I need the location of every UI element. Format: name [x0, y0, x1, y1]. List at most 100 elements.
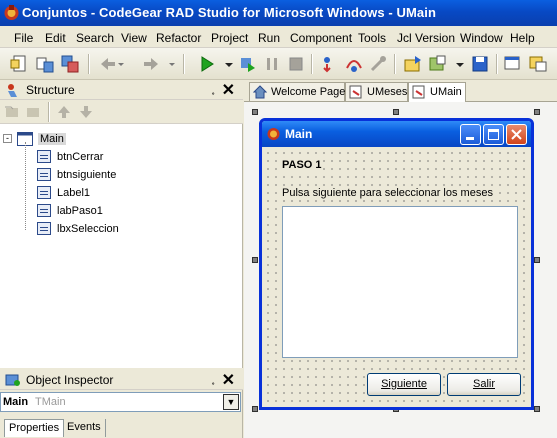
tab-events[interactable]: Events [63, 419, 106, 437]
toggle-icon[interactable] [528, 54, 548, 74]
component-icon [37, 150, 51, 163]
resize-handle[interactable] [252, 109, 258, 115]
minimize-button[interactable] [460, 124, 481, 145]
tree-item[interactable]: btnsiguiente [37, 166, 147, 184]
resize-handle[interactable] [534, 257, 540, 263]
save-icon[interactable] [470, 54, 490, 74]
close-icon [511, 129, 522, 140]
stop-icon[interactable] [286, 54, 306, 74]
pause-icon[interactable] [262, 54, 282, 74]
tree-item[interactable]: btnCerrar [37, 148, 147, 166]
component-icon [37, 168, 51, 181]
add-file-dropdown-icon[interactable] [455, 54, 465, 74]
move-up-icon[interactable] [56, 103, 72, 121]
back-icon[interactable] [98, 54, 118, 74]
menu-refactor[interactable]: Refactor [156, 31, 201, 45]
component-icon [37, 204, 51, 217]
tree-item[interactable]: Label1 [37, 184, 147, 202]
menu-search[interactable]: Search [76, 31, 114, 45]
menu-tools[interactable]: Tools [358, 31, 386, 45]
collapse-icon[interactable] [25, 103, 43, 121]
resize-handle[interactable] [252, 406, 258, 412]
form-designer[interactable]: Main PASO 1 Pulsa siguiente para selecci… [244, 101, 557, 438]
resize-handle[interactable] [534, 109, 540, 115]
window-titlebar[interactable]: Conjuntos - CodeGear RAD Studio for Micr… [0, 0, 557, 26]
back-dropdown-icon[interactable] [117, 54, 125, 74]
forward-dropdown-icon[interactable] [168, 54, 176, 74]
step-label: PASO 1 [282, 159, 322, 171]
structure-title: Structure [26, 83, 75, 97]
move-down-icon[interactable] [78, 103, 94, 121]
tree-root[interactable]: - Main [3, 130, 83, 148]
save-all-icon[interactable] [60, 54, 80, 74]
tree-item[interactable]: lbxSeleccion [37, 220, 147, 238]
tab-properties[interactable]: Properties [4, 419, 65, 437]
component-icon [37, 186, 51, 199]
close-icon[interactable]: ✕ [222, 80, 235, 100]
structure-toolbar [0, 100, 243, 124]
close-button[interactable] [506, 124, 527, 145]
resize-handle[interactable] [534, 406, 540, 412]
object-inspector-header: Object Inspector ˳ ✕ [0, 370, 243, 390]
home-icon [253, 85, 267, 99]
menu-view[interactable]: View [121, 31, 147, 45]
expand-icon[interactable] [4, 103, 22, 121]
form-caption: Main [285, 127, 313, 141]
add-file-icon[interactable] [428, 54, 448, 74]
menu-run[interactable]: Run [258, 31, 280, 45]
window-title: Conjuntos - CodeGear RAD Studio for Micr… [22, 5, 437, 20]
forward-icon[interactable] [141, 54, 161, 74]
unit-icon [349, 85, 362, 99]
editor-area: Welcome Page UMeses UMain Main PASO 1 Pu… [244, 80, 557, 438]
object-selector[interactable]: Main TMain ▼ [0, 392, 241, 412]
resize-handle[interactable] [393, 109, 399, 115]
new-icon[interactable] [10, 54, 30, 74]
structure-icon [8, 84, 17, 97]
chevron-down-icon[interactable]: ▼ [223, 394, 239, 410]
menu-window[interactable]: Window [460, 31, 503, 45]
trace-into-icon[interactable] [320, 54, 340, 74]
structure-header: Structure ˳ ✕ [0, 80, 243, 100]
form-app-icon [267, 128, 280, 140]
collapse-toggle-icon[interactable]: - [3, 134, 12, 143]
instruction-label: Pulsa siguiente para seleccionar los mes… [282, 187, 493, 199]
resize-handle[interactable] [252, 257, 258, 263]
main-toolbar [0, 48, 557, 80]
tab-umeses[interactable]: UMeses [345, 82, 408, 101]
exit-button[interactable]: Salir [447, 373, 521, 396]
tab-umain[interactable]: UMain [408, 82, 466, 102]
open-project-icon[interactable] [403, 54, 423, 74]
component-icon [37, 222, 51, 235]
menu-jcl-version[interactable]: Jcl Version [397, 31, 455, 45]
object-inspector-title: Object Inspector [26, 373, 114, 387]
selected-object-name: Main [3, 396, 29, 408]
step-over-icon[interactable] [344, 54, 364, 74]
menu-edit[interactable]: Edit [45, 31, 66, 45]
view-form-icon[interactable] [503, 54, 523, 74]
unit-icon [412, 85, 425, 99]
tree-item[interactable]: labPaso1 [37, 202, 147, 220]
designed-form[interactable]: Main PASO 1 Pulsa siguiente para selecci… [259, 118, 534, 410]
menu-file[interactable]: File [14, 31, 33, 45]
step-icon[interactable] [238, 54, 258, 74]
menu-project[interactable]: Project [211, 31, 248, 45]
structure-panel: Structure ˳ ✕ - Main btnCerrar btnsiguie… [0, 80, 243, 368]
menu-bar: File Edit Search View Refactor Project R… [0, 26, 557, 48]
next-button[interactable]: Siguiente [367, 373, 441, 396]
object-inspector-panel: Object Inspector ˳ ✕ Main TMain ▼ Proper… [0, 370, 243, 438]
run-to-cursor-icon[interactable] [368, 54, 388, 74]
object-inspector-icon [5, 374, 20, 386]
form-client-area: PASO 1 Pulsa siguiente para seleccionar … [262, 147, 531, 407]
selection-listbox[interactable] [282, 206, 518, 358]
close-icon[interactable]: ✕ [222, 370, 235, 390]
run-dropdown-icon[interactable] [224, 54, 234, 74]
menu-help[interactable]: Help [510, 31, 535, 45]
run-icon[interactable] [197, 54, 217, 74]
tab-welcome-page[interactable]: Welcome Page [249, 82, 345, 101]
open-icon[interactable] [35, 54, 55, 74]
maximize-button[interactable] [483, 124, 504, 145]
pin-icon[interactable]: ˳ [211, 373, 215, 385]
form-titlebar[interactable]: Main [262, 121, 531, 147]
pin-icon[interactable]: ˳ [211, 83, 215, 95]
menu-component[interactable]: Component [290, 31, 352, 45]
